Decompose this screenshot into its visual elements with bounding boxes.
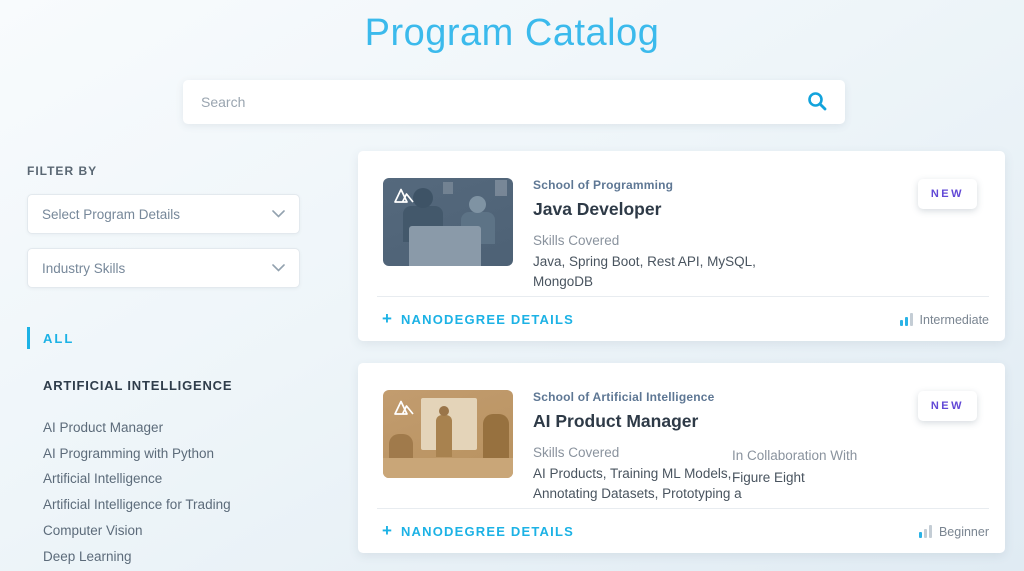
program-card-ai-product-manager: School of Artificial Intelligence AI Pro… (358, 363, 1005, 553)
sidebar-item-computer-vision[interactable]: Computer Vision (43, 518, 300, 544)
new-badge: NEW (918, 391, 977, 421)
sidebar-item-deep-learning[interactable]: Deep Learning (43, 544, 300, 570)
industry-skills-dropdown-value: Industry Skills (42, 261, 125, 276)
chevron-down-icon (272, 259, 285, 277)
difficulty-level: Beginner (919, 524, 989, 538)
plus-icon: + (382, 312, 392, 326)
nanodegree-details-button[interactable]: + NANODEGREE DETAILS (382, 524, 574, 539)
level-bars-icon (919, 525, 932, 538)
nanodegree-details-button[interactable]: + NANODEGREE DETAILS (382, 312, 574, 327)
sidebar-item-ai-programming-with-python[interactable]: AI Programming with Python (43, 441, 300, 467)
skills-covered-label: Skills Covered (533, 233, 823, 248)
filter-by-label: FILTER BY (27, 164, 300, 178)
page-title: Program Catalog (0, 12, 1024, 55)
plus-icon: + (382, 524, 392, 538)
skills-line: Java, Spring Boot, Rest API, MySQL, (533, 255, 823, 268)
sidebar-item-ai-product-manager[interactable]: AI Product Manager (43, 415, 300, 441)
sidebar-item-all-label: ALL (43, 331, 74, 346)
skills-line: MongoDB (533, 275, 823, 288)
search-button[interactable] (799, 91, 845, 114)
card-footer: + NANODEGREE DETAILS Intermediate (358, 297, 1005, 341)
program-card-java-developer: School of Programming Java Developer Ski… (358, 151, 1005, 341)
level-label: Beginner (939, 525, 989, 539)
level-label: Intermediate (920, 313, 989, 327)
card-info: School of Programming Java Developer Ski… (533, 178, 823, 288)
nanodegree-details-label: NANODEGREE DETAILS (401, 312, 574, 327)
search-input[interactable] (183, 94, 799, 110)
udacity-logo-icon (393, 187, 415, 209)
card-title: Java Developer (533, 199, 823, 220)
sidebar-program-list: AI Product Manager AI Programming with P… (43, 415, 300, 569)
program-thumbnail (383, 178, 513, 266)
card-school: School of Programming (533, 178, 823, 192)
filter-sidebar: FILTER BY Select Program Details Industr… (27, 164, 300, 569)
chevron-down-icon (272, 205, 285, 223)
sidebar-item-all[interactable]: ALL (27, 327, 300, 349)
program-details-dropdown-value: Select Program Details (42, 207, 180, 222)
sidebar-item-artificial-intelligence-for-trading[interactable]: Artificial Intelligence for Trading (43, 492, 300, 518)
card-footer: + NANODEGREE DETAILS Beginner (358, 509, 1005, 553)
card-school: School of Artificial Intelligence (533, 390, 823, 404)
card-title: AI Product Manager (533, 411, 823, 432)
sidebar-item-artificial-intelligence[interactable]: Artificial Intelligence (43, 466, 300, 492)
industry-skills-dropdown[interactable]: Industry Skills (27, 248, 300, 288)
level-bars-icon (900, 313, 913, 326)
udacity-logo-icon (393, 399, 415, 421)
nanodegree-details-label: NANODEGREE DETAILS (401, 524, 574, 539)
collaboration-label: In Collaboration With (732, 448, 912, 463)
skills-line: Annotating Datasets, Prototyping a (533, 487, 823, 500)
search-icon (807, 91, 827, 114)
program-details-dropdown[interactable]: Select Program Details (27, 194, 300, 234)
collaboration-partner: Figure Eight (732, 470, 912, 485)
new-badge: NEW (918, 179, 977, 209)
difficulty-level: Intermediate (900, 312, 989, 326)
program-catalog-page: Program Catalog FILTER BY Select Program… (0, 0, 1024, 571)
active-indicator-bar (27, 327, 30, 349)
collaboration-info: In Collaboration With Figure Eight (732, 448, 912, 485)
search-bar (183, 80, 845, 124)
program-thumbnail (383, 390, 513, 478)
sidebar-section-artificial-intelligence: ARTIFICIAL INTELLIGENCE (43, 378, 300, 393)
